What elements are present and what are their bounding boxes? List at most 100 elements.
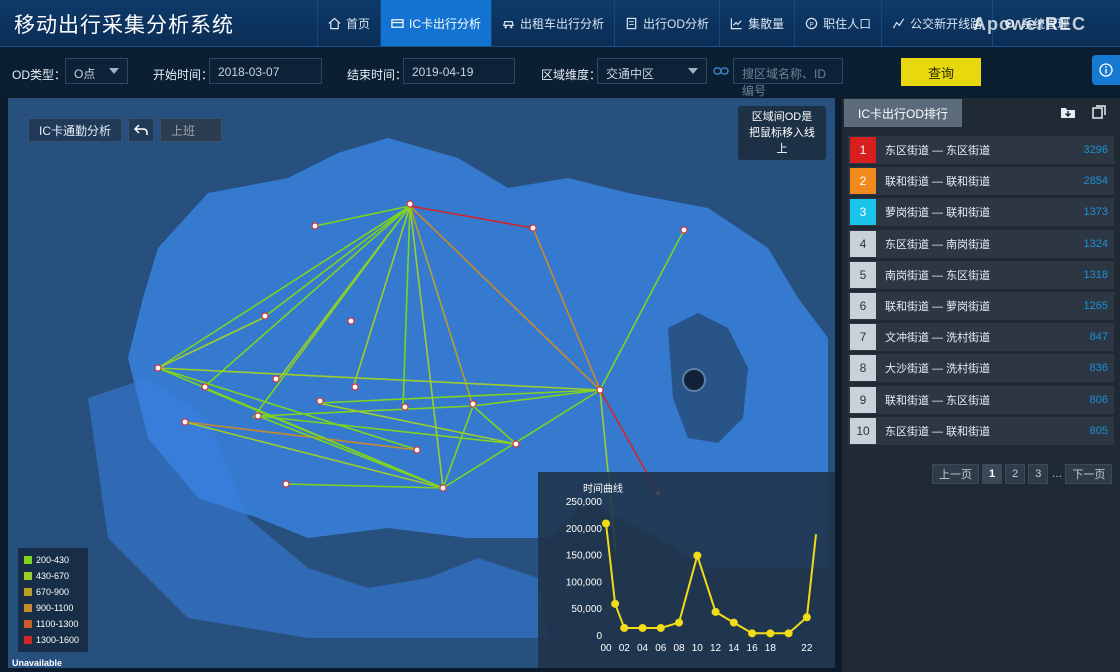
people-icon: P: [805, 17, 818, 29]
rank-od-pair: 萝岗街道 — 联和街道: [885, 207, 991, 220]
data-point[interactable]: [675, 618, 684, 627]
legend-label: 900-1100: [36, 603, 74, 613]
map-toolbar: IC卡通勤分析 上班: [28, 118, 223, 142]
data-point[interactable]: [748, 629, 757, 638]
page-2-button[interactable]: 2: [1005, 464, 1026, 484]
rank-value: 1318: [1083, 268, 1108, 281]
page-ellipsis: …: [1051, 468, 1063, 480]
nav-distribution[interactable]: 集散量: [719, 0, 794, 46]
rank-value: 1324: [1083, 237, 1108, 250]
prev-page-button[interactable]: 上一页: [932, 464, 979, 484]
data-point[interactable]: [729, 618, 738, 627]
ranking-row[interactable]: 7 文冲街道 — 洗村街道 847: [848, 323, 1114, 352]
route-icon: [892, 18, 905, 28]
rank-number: 8: [850, 355, 876, 382]
start-date-input[interactable]: 2018-03-07: [209, 58, 322, 84]
data-point[interactable]: [656, 623, 665, 632]
location-marker[interactable]: [682, 368, 706, 392]
ranking-tab[interactable]: IC卡出行OD排行: [844, 99, 962, 127]
od-map[interactable]: IC卡通勤分析 上班 区域间OD是 把鼠标移入线上 200-430 430-670…: [8, 98, 835, 668]
nav-label: 公交新开线路: [910, 16, 983, 31]
rank-value: 2854: [1083, 175, 1108, 188]
data-point[interactable]: [784, 629, 793, 638]
ranking-row[interactable]: 3 萝岗街道 — 联和街道 1373: [848, 198, 1114, 227]
hint-line-1: 区域间OD是: [751, 111, 813, 123]
rank-value: 806: [1089, 393, 1108, 406]
ranking-row[interactable]: 8 大沙街道 — 洗村街道 836: [848, 354, 1114, 383]
data-point[interactable]: [611, 599, 620, 608]
ranking-row[interactable]: 10 东区街道 — 联和街道 805: [848, 416, 1114, 445]
x-tick-label: 04: [637, 643, 649, 654]
taxi-icon: [503, 20, 514, 28]
region-label: 区域维度：: [541, 68, 602, 82]
x-tick-label: 14: [728, 643, 740, 654]
nav-population[interactable]: P 职住人口: [794, 0, 881, 46]
nav-ic-card[interactable]: IC卡出行分析: [380, 0, 492, 46]
ranking-row[interactable]: 2 联和街道 — 联和街道 2854: [848, 167, 1114, 196]
nav-home[interactable]: 首页: [317, 0, 380, 46]
end-date-input[interactable]: 2019-04-19: [403, 58, 515, 84]
rank-value: 847: [1089, 331, 1108, 344]
data-point[interactable]: [620, 623, 629, 632]
od-type-value: O点: [74, 67, 96, 81]
y-tick-label: 200,000: [566, 524, 603, 535]
data-point[interactable]: [602, 519, 610, 528]
page-1-button[interactable]: 1: [982, 464, 1003, 484]
download-icon[interactable]: [1060, 105, 1076, 119]
rank-number: 3: [850, 199, 876, 226]
nav-taxi[interactable]: 出租车出行分析: [491, 0, 614, 46]
od-ranking-panel: IC卡出行OD排行 1 东区街道 — 东区街道 3296 2 联和街道 — 联和街道 28…: [842, 98, 1120, 672]
document-icon: [626, 17, 637, 29]
ranking-actions: [1060, 105, 1106, 119]
app-title: 移动出行采集分析系统: [14, 13, 234, 37]
map-hint: 区域间OD是 把鼠标移入线上: [738, 106, 826, 160]
rank-number: 10: [850, 417, 876, 444]
rank-value: 1373: [1083, 206, 1108, 219]
od-type-select[interactable]: O点: [65, 58, 128, 84]
rank-od-pair: 文冲街道 — 洗村街道: [885, 332, 991, 345]
region-select[interactable]: 交通中区: [597, 58, 707, 84]
period-value: 上班: [171, 123, 196, 138]
legend-item: 430-670: [24, 568, 82, 584]
next-page-button[interactable]: 下一页: [1065, 464, 1113, 484]
rank-od-pair: 大沙街道 — 洗村街道: [885, 363, 991, 376]
info-icon: [1099, 63, 1113, 77]
legend-item: 670-900: [24, 584, 82, 600]
ranking-row[interactable]: 5 南岗街道 — 东区街道 1318: [848, 260, 1114, 289]
y-tick-label: 50,000: [571, 604, 602, 615]
back-button[interactable]: [128, 118, 155, 142]
x-tick-label: 18: [765, 643, 777, 654]
data-point[interactable]: [766, 629, 775, 638]
map-legend: 200-430 430-670 670-900 900-1100 1100-1300 13…: [18, 548, 88, 652]
x-tick-label: 12: [710, 643, 722, 654]
period-select[interactable]: 上班: [160, 118, 223, 142]
rank-od-pair: 东区街道 — 联和街道: [885, 425, 991, 438]
export-icon[interactable]: [1092, 105, 1106, 119]
region-search-input[interactable]: 搜区域名称、ID编号: [733, 58, 843, 98]
data-point[interactable]: [693, 551, 702, 560]
rank-od-pair: 南岗街道 — 东区街道: [885, 269, 991, 282]
ranking-row[interactable]: 4 东区街道 — 南岗街道 1324: [848, 229, 1114, 258]
rank-od-pair: 东区街道 — 东区街道: [885, 145, 991, 157]
od-type-label: OD类型：: [12, 68, 67, 82]
ranking-row[interactable]: 6 联和街道 — 萝岗街道 1265: [848, 291, 1114, 320]
legend-swatch: [24, 572, 32, 580]
info-button[interactable]: [1092, 55, 1120, 85]
query-button[interactable]: 查询: [901, 58, 981, 86]
data-point[interactable]: [638, 623, 647, 632]
rank-od-pair: 联和街道 — 东区街道: [885, 394, 991, 407]
data-point[interactable]: [711, 607, 720, 616]
rank-number: 5: [850, 261, 876, 288]
ranking-row[interactable]: 1 东区街道 — 东区街道 3296: [848, 136, 1114, 164]
legend-swatch: [24, 556, 32, 564]
nav-od[interactable]: 出行OD分析: [614, 0, 719, 46]
nav-label: IC卡出行分析: [409, 16, 482, 31]
legend-item: 1300-1600: [24, 632, 82, 648]
legend-label: 1300-1600: [36, 635, 80, 645]
y-tick-label: 100,000: [566, 577, 603, 588]
nav-label: 职住人口: [823, 16, 872, 31]
page-3-button[interactable]: 3: [1028, 464, 1049, 484]
ranking-row[interactable]: 9 联和街道 — 东区街道 806: [848, 385, 1114, 414]
link-icon: [713, 67, 729, 75]
data-point[interactable]: [802, 613, 811, 622]
